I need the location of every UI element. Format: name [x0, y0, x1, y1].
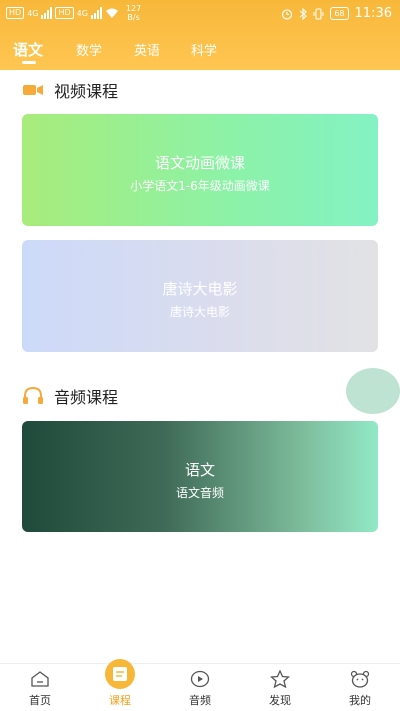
video-camera-icon: [23, 85, 43, 95]
star-icon: [270, 670, 290, 688]
floating-assistant-button[interactable]: [346, 368, 400, 414]
card-subtitle: 语文音频: [175, 486, 224, 500]
card-title: 语文动画微课: [154, 154, 245, 172]
nav-discover[interactable]: 发现: [240, 664, 320, 711]
app-header: HD 4G HD 4G 127 B/s 68 11:36 语文 数学 英语 科学: [0, 0, 400, 70]
signal-icon: [41, 7, 53, 19]
nav-profile[interactable]: 我的: [320, 664, 400, 711]
bottom-navigation: 首页 课程 音频 发现 我的: [0, 659, 400, 711]
nav-home[interactable]: 首页: [0, 664, 80, 711]
status-bar: HD 4G HD 4G 127 B/s 68 11:36: [0, 0, 400, 30]
nav-label: 首页: [29, 694, 51, 707]
video-section-title: 视频课程: [54, 82, 119, 101]
audio-section-header: 音频课程: [22, 384, 118, 408]
bluetooth-icon: [299, 7, 308, 20]
tab-chinese[interactable]: 语文: [13, 39, 43, 60]
nav-label: 课程: [109, 694, 131, 707]
audio-section-title: 音频课程: [54, 388, 119, 407]
card-subtitle: 小学语文1-6年级动画微课: [130, 179, 270, 193]
subject-tabs: 语文 数学 英语 科学: [0, 36, 400, 66]
nav-label: 音频: [189, 694, 211, 707]
alarm-icon: [282, 8, 293, 20]
network-type-1: 4G: [27, 8, 39, 18]
audio-course-card[interactable]: 语文 语文音频: [22, 421, 378, 532]
home-icon: [31, 671, 49, 687]
nav-audio[interactable]: 音频: [160, 664, 240, 711]
video-course-card[interactable]: 语文动画微课 小学语文1-6年级动画微课: [22, 114, 378, 226]
bear-icon: [350, 670, 370, 688]
nav-label: 我的: [349, 694, 371, 707]
network-speed: 127 B/s: [125, 4, 142, 22]
vibrate-icon: [313, 7, 324, 20]
card-title: 唐诗大电影: [162, 280, 238, 298]
tab-math[interactable]: 数学: [76, 40, 102, 59]
network-type-2: 4G: [76, 8, 88, 18]
clock: 11:36: [354, 6, 392, 21]
video-course-card[interactable]: 唐诗大电影 唐诗大电影: [22, 240, 378, 352]
nav-course[interactable]: 课程: [80, 659, 160, 711]
card-title: 语文: [184, 461, 215, 479]
signal-icon: [90, 7, 102, 19]
headphones-icon: [23, 387, 43, 404]
battery-indicator: 68: [330, 7, 349, 20]
nav-label: 发现: [269, 694, 291, 707]
play-icon: [190, 670, 210, 688]
active-tab-indicator: [22, 61, 36, 64]
tab-english[interactable]: 英语: [134, 40, 160, 59]
sim1-badge: HD: [6, 7, 25, 19]
card-subtitle: 唐诗大电影: [169, 305, 230, 319]
sim2-badge: HD: [55, 7, 74, 19]
tab-science[interactable]: 科学: [191, 40, 217, 59]
video-section-header: 视频课程: [22, 78, 118, 102]
course-icon: [105, 659, 135, 689]
wifi-icon: [105, 8, 118, 18]
